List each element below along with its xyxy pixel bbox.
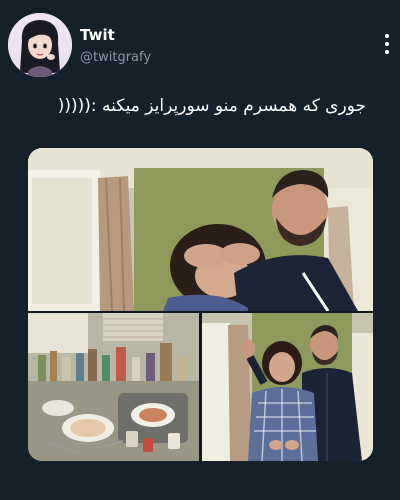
tweet-text: جوری که همسرم منو سورپرایز میکنه :((((( xyxy=(57,96,366,116)
messy-dishes-sink-photo[interactable] xyxy=(28,313,199,461)
tweet-header: Twit @twitgrafy xyxy=(0,0,400,90)
cartoon-girl-avatar-icon xyxy=(8,13,72,77)
man-covering-woman-eyes-photo[interactable] xyxy=(28,148,373,311)
more-options-button[interactable] xyxy=(380,30,394,58)
display-name[interactable]: Twit xyxy=(80,26,115,44)
vertical-ellipsis-icon xyxy=(385,34,389,54)
user-handle[interactable]: @twitgrafy xyxy=(80,50,151,65)
man-and-woman-in-kitchen-photo[interactable] xyxy=(202,313,373,461)
tweet-media-grid[interactable] xyxy=(28,148,373,461)
avatar[interactable] xyxy=(8,13,72,77)
